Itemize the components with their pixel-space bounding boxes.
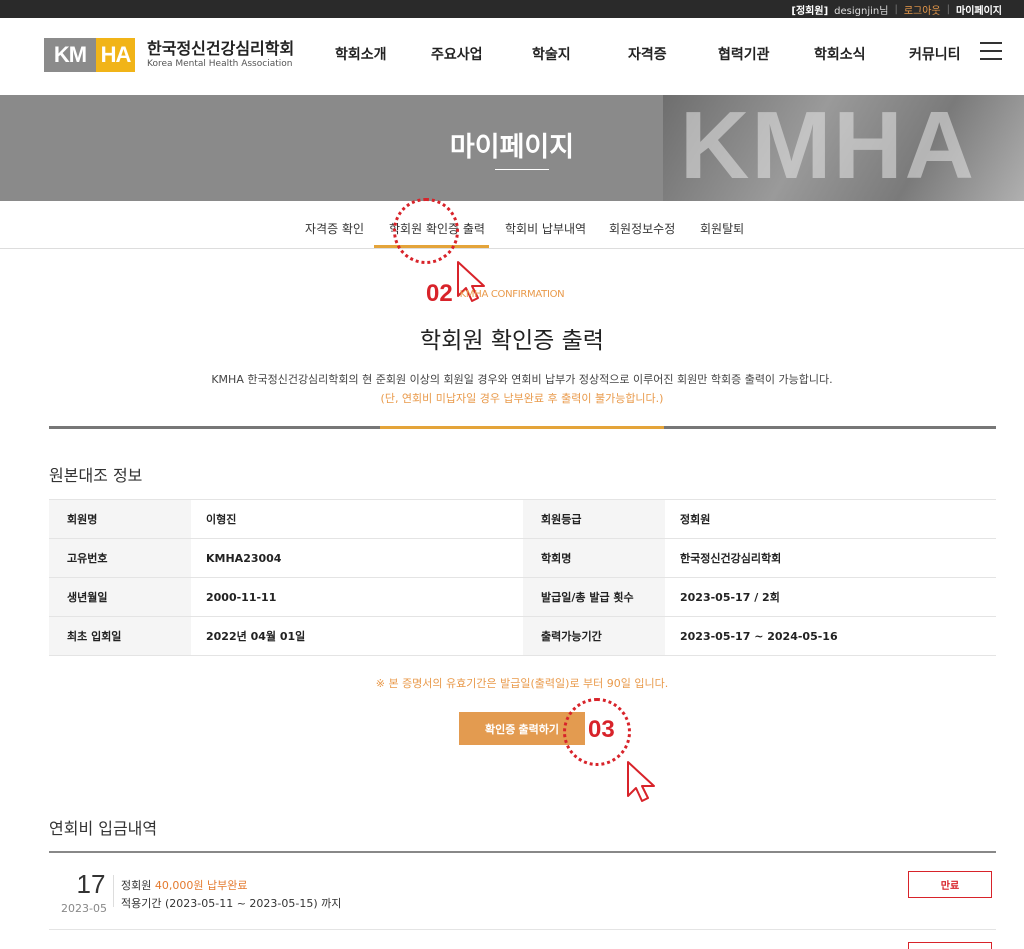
page-banner: KMHA 마이페이지 [0, 95, 1024, 201]
table-row: 최초 입회일 2022년 04월 01일 출력가능기간 2023-05-17 ~… [49, 617, 996, 656]
value-birthdate: 2000-11-11 [206, 590, 277, 604]
separator: | [946, 3, 950, 15]
label-society-name: 학회명 [523, 539, 665, 577]
payment-day: 17 [76, 869, 106, 899]
section-description: KMHA 한국정신건강심리학회의 현 준회원 이상의 회원일 경우와 연회비 납… [211, 373, 833, 386]
tab-withdraw[interactable]: 회원탈퇴 [700, 220, 744, 237]
list-item: 17 2023-05 정회원 40,000원 납부완료 적용기간 (2023-0… [49, 853, 996, 930]
nav-item-news[interactable]: 학회소식 [814, 44, 866, 64]
member-grade: [정회원] [791, 5, 829, 17]
validity-note: ※ 본 증명서의 유효기간은 발급일(출력일)로 부터 90일 입니다. [375, 677, 669, 690]
status-badge: 만료 [908, 871, 992, 898]
subtab-bar: 자격증 확인 학회원 확인증 출력 학회비 납부내역 회원정보수정 회원탈퇴 [0, 201, 1024, 249]
nav-item-journal[interactable]: 학술지 [532, 44, 571, 64]
table-row: 회원명 이형진 회원등급 정회원 [49, 500, 996, 539]
logo-name-en: Korea Mental Health Association [147, 59, 293, 69]
payments-section-title: 연회비 입금내역 [49, 819, 158, 838]
payment-grade: 정회원 [121, 879, 152, 892]
payment-amount: 40,000원 납부완료 [154, 879, 248, 892]
label-print-period: 출력가능기간 [523, 617, 665, 655]
value-unique-id: KMHA23004 [206, 551, 282, 565]
value-issue-info: 2023-05-17 / 2회 [680, 591, 780, 604]
site-header: KM HA 한국정신건강심리학회 Korea Mental Health Ass… [0, 18, 1024, 95]
menu-icon[interactable] [980, 42, 1002, 60]
title-underline [495, 169, 549, 170]
cursor-icon [627, 761, 655, 802]
info-section-title: 원본대조 정보 [49, 466, 143, 485]
section-heading: 학회원 확인증 출력 [420, 328, 604, 354]
label-birthdate: 생년월일 [49, 578, 191, 616]
label-unique-id: 고유번호 [49, 539, 191, 577]
logo-mark-right: HA [96, 38, 135, 72]
logo-mark-left: KM [44, 38, 96, 72]
mypage-link[interactable]: 마이페이지 [956, 2, 1002, 17]
tab-fee-history[interactable]: 학회비 납부내역 [505, 220, 586, 237]
user-name: designjin님 [834, 5, 889, 17]
section-eyebrow: KMHA CONFIRMATION [459, 289, 565, 300]
site-logo[interactable]: KM HA 한국정신건강심리학회 Korea Mental Health Ass… [44, 38, 294, 72]
utility-bar: [정회원] designjin님 | 로그아웃 | 마이페이지 [0, 0, 1024, 18]
nav-item-partners[interactable]: 협력기관 [718, 44, 770, 64]
list-item-partial [49, 932, 996, 949]
label-join-date: 최초 입회일 [49, 617, 191, 655]
nav-item-community[interactable]: 커뮤니티 [909, 44, 961, 64]
info-table: 회원명 이형진 회원등급 정회원 고유번호 KMHA23004 학회명 한국정신… [49, 499, 996, 656]
payment-year-month: 2023-05 [61, 902, 107, 915]
table-row: 고유번호 KMHA23004 학회명 한국정신건강심리학회 [49, 539, 996, 578]
label-issue-info: 발급일/총 발급 횟수 [523, 578, 665, 616]
payment-separator [113, 875, 114, 907]
tab-edit-profile[interactable]: 회원정보수정 [609, 220, 675, 237]
status-badge-partial [908, 942, 992, 949]
logo-mark: KM HA [44, 38, 135, 72]
label-member-grade: 회원등급 [523, 500, 665, 538]
payment-summary: 정회원 40,000원 납부완료 [121, 877, 247, 893]
logout-link[interactable]: 로그아웃 [904, 2, 941, 17]
section-description-note: (단, 연회비 미납자일 경우 납부완료 후 출력이 불가능합니다.) [380, 392, 664, 405]
value-member-name: 이형진 [206, 513, 237, 526]
nav-item-projects[interactable]: 주요사업 [431, 44, 483, 64]
nav-item-about[interactable]: 학회소개 [335, 44, 387, 64]
value-join-date: 2022년 04월 01일 [206, 630, 306, 643]
value-society-name: 한국정신건강심리학회 [680, 552, 782, 565]
label-member-name: 회원명 [49, 500, 191, 538]
annotation-step-03: 03 [588, 716, 615, 743]
tab-certificate-check[interactable]: 자격증 확인 [305, 220, 364, 237]
annotation-circle [393, 198, 459, 264]
payment-period: 적용기간 (2023-05-11 ~ 2023-05-15) 까지 [121, 897, 342, 910]
value-member-grade: 정회원 [680, 513, 711, 526]
nav-item-certification[interactable]: 자격증 [628, 44, 667, 64]
section-divider-highlight [380, 426, 664, 429]
value-print-period: 2023-05-17 ~ 2024-05-16 [680, 629, 838, 643]
logo-name-ko: 한국정신건강심리학회 [147, 39, 295, 58]
separator: | [894, 3, 898, 15]
page-title: 마이페이지 [449, 132, 575, 163]
table-row: 생년월일 2000-11-11 발급일/총 발급 횟수 2023-05-17 /… [49, 578, 996, 617]
logo-text: 한국정신건강심리학회 Korea Mental Health Associati… [147, 40, 294, 70]
